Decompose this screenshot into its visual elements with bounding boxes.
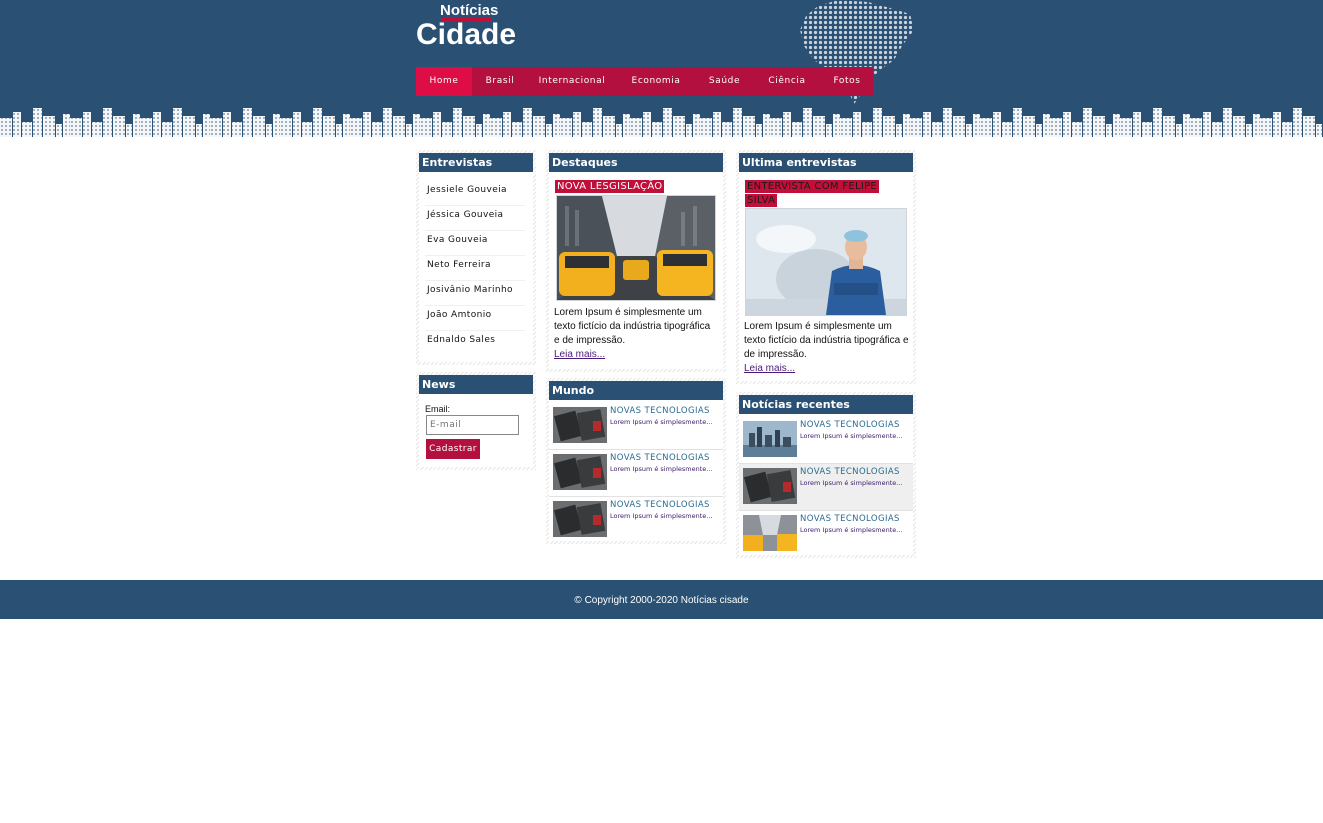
- entrevista-link[interactable]: Jéssica Gouveia: [425, 206, 525, 231]
- destaques-read-more-link[interactable]: Leia mais...: [554, 348, 605, 362]
- entrevistas-panel: Entrevistas Jessiele Gouveia Jéssica Gou…: [416, 150, 536, 365]
- list-item-title: NOVAS TECNOLOGIAS: [610, 406, 710, 416]
- site-logo[interactable]: Notícias Cidade: [416, 2, 518, 51]
- list-item-title: NOVAS TECNOLOGIAS: [610, 500, 710, 510]
- entrevista-link[interactable]: Jessiele Gouveia: [425, 181, 525, 206]
- news-title: News: [419, 375, 533, 394]
- ultima-entrevistas-panel: Ultima entrevistas ENTERVISTA COM FELIPE…: [736, 150, 916, 384]
- nav-home[interactable]: Home: [416, 67, 472, 96]
- list-item-title: NOVAS TECNOLOGIAS: [800, 420, 900, 430]
- ultima-summary: Lorem Ipsum é simplesmente um texto fict…: [744, 321, 909, 360]
- ultima-entrevistas-title: Ultima entrevistas: [739, 153, 913, 172]
- copyright-text: © Copyright 2000-2020 Notícias cisade: [574, 595, 749, 606]
- destaques-panel: Destaques NOVA LESGISLAÇÃO Lorem Ipsum é…: [546, 150, 726, 372]
- entrevistas-list: Jessiele Gouveia Jéssica Gouveia Eva Gou…: [425, 181, 525, 355]
- list-item-summary: Lorem Ipsum é simplesmente...: [800, 526, 903, 534]
- list-item-summary: Lorem Ipsum é simplesmente...: [800, 432, 903, 440]
- entrevistas-title: Entrevistas: [419, 153, 533, 172]
- list-item[interactable]: NOVAS TECNOLOGIAS Lorem Ipsum é simplesm…: [739, 417, 913, 464]
- list-item-title: NOVAS TECNOLOGIAS: [610, 453, 710, 463]
- email-input[interactable]: [426, 415, 519, 435]
- entrevista-link[interactable]: João Amtonio: [425, 306, 525, 331]
- entrevista-link[interactable]: Josivânio Marinho: [425, 281, 525, 306]
- main-nav: Home Brasil Internacional Economia Saúde…: [416, 67, 873, 96]
- taxi-street-image[interactable]: [556, 195, 716, 301]
- doctor-image[interactable]: [745, 208, 907, 316]
- news-panel: News Email: Cadastrar: [416, 372, 536, 470]
- destaques-title: Destaques: [549, 153, 723, 172]
- nav-saude[interactable]: Saúde: [696, 67, 753, 96]
- city-skyline-thumbnail: [743, 421, 797, 457]
- list-item[interactable]: NOVAS TECNOLOGIAS Lorem Ipsum é simplesm…: [739, 464, 913, 511]
- list-item-summary: Lorem Ipsum é simplesmente...: [610, 512, 713, 520]
- ultima-tag-line1: ENTERVISTA COM FELIPE: [745, 180, 880, 193]
- nav-ciencia[interactable]: Ciência: [753, 67, 821, 96]
- mundo-panel: Mundo NOVAS TECNOLOGIAS Lorem Ipsum é si…: [546, 378, 726, 544]
- site-header: Notícias Cidade Home Brasil Internaciona…: [0, 0, 1323, 140]
- site-footer: © Copyright 2000-2020 Notícias cisade: [0, 580, 1323, 619]
- notebook-thumbnail: [553, 407, 607, 443]
- entrevista-link[interactable]: Eva Gouveia: [425, 231, 525, 256]
- taxi-thumbnail: [743, 515, 797, 551]
- noticias-recentes-title: Notícias recentes: [739, 395, 913, 414]
- nav-brasil[interactable]: Brasil: [472, 67, 528, 96]
- list-item-summary: Lorem Ipsum é simplesmente...: [610, 418, 713, 426]
- list-item[interactable]: NOVAS TECNOLOGIAS Lorem Ipsum é simplesm…: [549, 450, 723, 497]
- notebook-thumbnail: [743, 468, 797, 504]
- list-item-summary: Lorem Ipsum é simplesmente...: [800, 479, 903, 487]
- list-item[interactable]: NOVAS TECNOLOGIAS Lorem Ipsum é simplesm…: [739, 511, 913, 557]
- list-item-summary: Lorem Ipsum é simplesmente...: [610, 465, 713, 473]
- list-item-title: NOVAS TECNOLOGIAS: [800, 467, 900, 477]
- city-skyline-graphic: [0, 104, 1323, 140]
- mundo-title: Mundo: [549, 381, 723, 400]
- entrevista-link[interactable]: Ednaldo Sales: [425, 331, 525, 355]
- list-item-title: NOVAS TECNOLOGIAS: [800, 514, 900, 524]
- nav-internacional[interactable]: Internacional: [528, 67, 616, 96]
- entrevista-link[interactable]: Neto Ferreira: [425, 256, 525, 281]
- ultima-read-more-link[interactable]: Leia mais...: [744, 362, 795, 376]
- notebook-thumbnail: [553, 501, 607, 537]
- noticias-recentes-panel: Notícias recentes NOVAS TECNOLOGIAS Lore…: [736, 392, 916, 558]
- destaques-summary: Lorem Ipsum é simplesmente um texto fict…: [554, 307, 711, 346]
- nav-fotos[interactable]: Fotos: [821, 67, 873, 96]
- subscribe-button[interactable]: Cadastrar: [426, 439, 480, 459]
- logo-big-text: Cidade: [416, 18, 517, 51]
- list-item[interactable]: NOVAS TECNOLOGIAS Lorem Ipsum é simplesm…: [549, 403, 723, 450]
- destaques-tag: NOVA LESGISLAÇÃO: [555, 180, 665, 193]
- notebook-thumbnail: [553, 454, 607, 490]
- nav-economia[interactable]: Economia: [616, 67, 696, 96]
- email-label: Email:: [425, 404, 451, 414]
- list-item[interactable]: NOVAS TECNOLOGIAS Lorem Ipsum é simplesm…: [549, 497, 723, 543]
- ultima-tag-line2: SILVA: [745, 194, 778, 207]
